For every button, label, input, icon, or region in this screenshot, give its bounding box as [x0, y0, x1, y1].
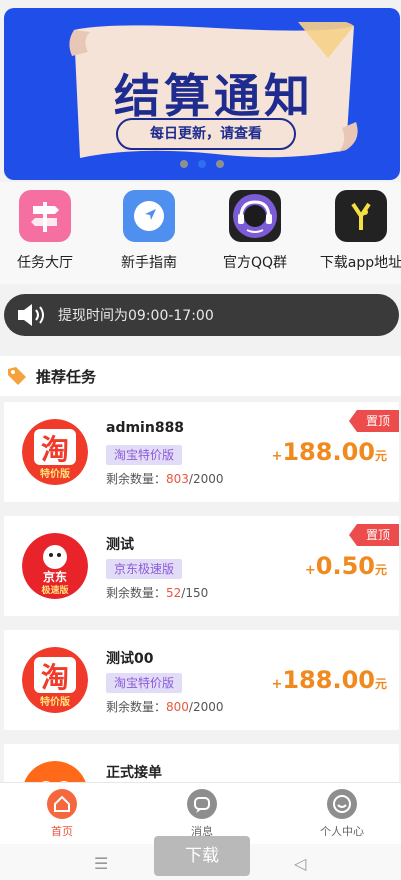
menu-icon[interactable]: ☰ [94, 854, 108, 873]
task-card[interactable]: 淘 特价版 测试00 淘宝特价版 剩余数量：800/2000 +188.00元 [4, 630, 399, 730]
orange-app-logo-icon [22, 761, 88, 782]
task-stock: 剩余数量：800/2000 [106, 700, 224, 714]
carousel-dot-active[interactable] [198, 160, 206, 168]
task-name: 测试 [106, 537, 134, 553]
quick-nav: 任务大厅 新手指南 官方QQ群 下载app地址 [0, 182, 401, 284]
banner-title: 结算通知 [114, 69, 314, 123]
notice-bar[interactable]: 提现时间为09:00-17:00 [4, 294, 399, 336]
task-price: +0.50元 [304, 552, 387, 580]
svg-text:淘: 淘 [41, 661, 69, 694]
signpost-icon [19, 190, 71, 242]
tab-label: 个人中心 [320, 825, 364, 838]
quick-nav-label: 任务大厅 [17, 255, 73, 271]
pinned-badge: 置顶 [349, 524, 399, 546]
taobao-special-logo-icon: 淘 特价版 [22, 647, 88, 713]
compass-arrow-icon [123, 190, 175, 242]
section-title: 推荐任务 [36, 367, 97, 386]
back-icon[interactable]: ◁ [294, 854, 306, 873]
tag-icon [8, 367, 26, 385]
taobao-special-logo-icon: 淘 特价版 [22, 419, 88, 485]
y-logo-icon [335, 190, 387, 242]
recommended-section-header: 推荐任务 [0, 356, 401, 396]
quick-nav-task-hall[interactable]: 任务大厅 [0, 190, 95, 272]
carousel-indicator[interactable] [4, 160, 400, 168]
task-name: 测试00 [106, 651, 154, 667]
tab-home[interactable]: 首页 [12, 789, 112, 839]
task-tag: 淘宝特价版 [106, 673, 183, 693]
task-stock: 剩余数量：803/2000 [106, 472, 224, 486]
carousel-dot[interactable] [180, 160, 188, 168]
tab-label: 首页 [51, 825, 73, 838]
task-card[interactable]: 淘 特价版 admin888 淘宝特价版 剩余数量：803/2000 +188.… [4, 402, 399, 502]
pinned-badge: 置顶 [349, 410, 399, 432]
svg-text:特价版: 特价版 [40, 695, 70, 708]
svg-text:特价版: 特价版 [40, 467, 70, 480]
tab-messages[interactable]: 消息 [152, 789, 252, 839]
headset-support-icon [229, 190, 281, 242]
quick-nav-guide[interactable]: 新手指南 [99, 190, 199, 272]
svg-text:淘: 淘 [41, 433, 69, 466]
svg-text:极速版: 极速版 [41, 584, 68, 596]
task-name: 正式接单 [106, 765, 162, 781]
task-tag: 淘宝特价版 [106, 445, 183, 465]
task-card[interactable]: 京东 极速版 测试 京东极速版 剩余数量：52/150 +0.50元 置顶 [4, 516, 399, 616]
tab-profile[interactable]: 个人中心 [292, 789, 392, 839]
banner-subtitle: 每日更新，请查看 [116, 118, 296, 150]
quick-nav-label: 下载app地址 [319, 255, 401, 271]
jd-lite-logo-icon: 京东 极速版 [22, 533, 88, 599]
scroll-graphic: 结算通知 每日更新，请查看 [66, 22, 362, 162]
task-price: +188.00元 [271, 666, 387, 694]
task-price: +188.00元 [271, 438, 387, 466]
profile-icon [327, 789, 357, 819]
app-page: 结算通知 每日更新，请查看 任务大厅 新手指南 官方QQ群 下载app地址 提现… [0, 0, 401, 880]
speaker-icon [18, 304, 44, 326]
quick-nav-label: 官方QQ群 [222, 255, 288, 271]
notice-text: 提现时间为09:00-17:00 [58, 308, 214, 324]
home-icon [47, 789, 77, 819]
quick-nav-qq-group[interactable]: 官方QQ群 [205, 190, 305, 272]
carousel-dot[interactable] [216, 160, 224, 168]
quick-nav-download-app[interactable]: 下载app地址 [311, 190, 401, 272]
settlement-banner[interactable]: 结算通知 每日更新，请查看 [4, 8, 400, 180]
task-card[interactable]: 正式接单 [4, 744, 399, 782]
download-button[interactable]: 下载 [154, 836, 250, 876]
quick-nav-label: 新手指南 [121, 255, 177, 271]
message-icon [187, 789, 217, 819]
bottom-tab-bar: 首页 消息 个人中心 [0, 782, 401, 844]
task-tag: 京东极速版 [106, 559, 183, 579]
task-stock: 剩余数量：52/150 [106, 586, 209, 600]
svg-text:京东: 京东 [43, 569, 67, 584]
task-name: admin888 [106, 420, 185, 436]
